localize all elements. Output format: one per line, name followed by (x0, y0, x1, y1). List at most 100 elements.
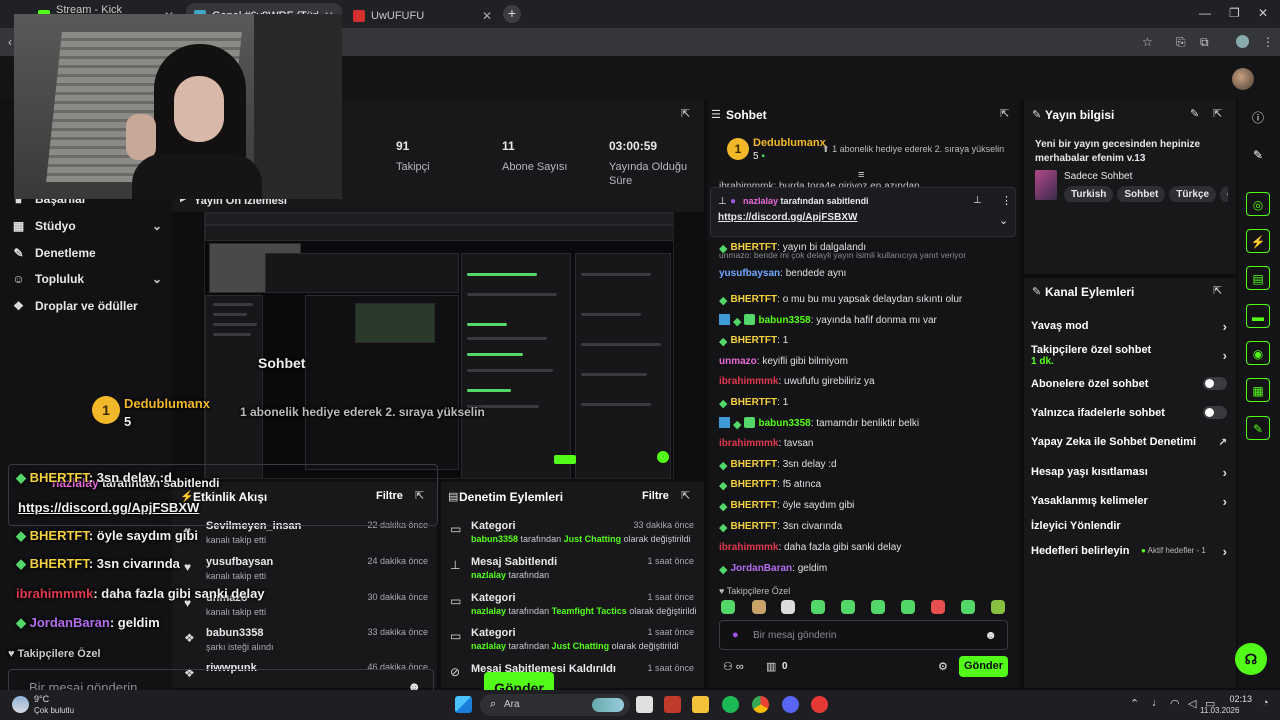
taskbar-search[interactable]: ⌕ Ara (480, 694, 630, 716)
followers-only-chat-row[interactable]: Takipçilere özel sohbet 1 dk. › (1031, 344, 1227, 367)
translate-icon[interactable]: ⎘ (1176, 35, 1186, 50)
close-window-icon[interactable]: ✕ (1258, 6, 1268, 20)
wrench-icon[interactable]: ✎ (1246, 416, 1270, 440)
pdf-app-icon[interactable] (664, 696, 681, 713)
chat-username[interactable]: ibrahimmmk (719, 438, 778, 449)
sidebar-item-moderation[interactable]: ✎ Denetleme (12, 246, 162, 260)
layout-icon[interactable]: ▦ (1246, 378, 1270, 402)
raid-row[interactable]: İzleyici Yönlendir (1031, 520, 1227, 532)
chat-username[interactable]: JordanBaran (730, 563, 792, 574)
account-age-row[interactable]: Hesap yaşı kısıtlaması › (1031, 465, 1227, 480)
edit-icon[interactable]: ✎ (1190, 107, 1199, 120)
chat-username[interactable]: yusufbaysan (719, 268, 780, 279)
edit-icon[interactable]: ✎ (1246, 143, 1270, 167)
popout-icon[interactable]: ⇱ (1213, 107, 1222, 120)
chat-username[interactable]: BHERTFT (730, 521, 777, 532)
document-icon[interactable]: ▤ (1246, 266, 1270, 290)
chat-username[interactable]: BHERTFT (730, 397, 777, 408)
broadcast-icon[interactable]: ◉ (1246, 341, 1270, 365)
popout-icon[interactable]: ⇱ (1000, 107, 1009, 120)
chat-username[interactable]: babun3358 (758, 418, 810, 429)
info-icon[interactable]: ⓘ (1246, 106, 1270, 130)
collapse-icon[interactable]: ≡ (858, 169, 864, 181)
sidebar-item-drops[interactable]: ❖ Droplar ve ödüller (12, 299, 162, 313)
back-icon[interactable]: ‹ (8, 35, 12, 49)
clip-icon[interactable]: ◎ (1246, 192, 1270, 216)
chat-username[interactable]: BHERTFT (730, 479, 777, 490)
chat-message-input[interactable]: ● Bir mesaj gönderin ☻ (719, 620, 1008, 650)
gear-icon[interactable]: ⚙ (938, 660, 948, 673)
profile-icon[interactable] (1236, 35, 1249, 48)
emote-icon[interactable] (991, 600, 1005, 614)
tab-uwufufu[interactable]: UwUFUFU ✕ (345, 3, 500, 28)
chat-username[interactable]: babun3358 (758, 315, 810, 326)
discord-icon[interactable] (782, 696, 799, 713)
ai-moderation-row[interactable]: Yapay Zeka ile Sohbet Denetimi ↗ (1031, 436, 1227, 448)
microphone-icon[interactable]: ♩ (1152, 697, 1163, 709)
sidebar-item-studio[interactable]: ▦ Stüdyo ⌄ (12, 219, 162, 233)
volume-icon[interactable]: ◁ (1188, 697, 1196, 710)
stream-preview[interactable] (204, 212, 674, 479)
emote-icon[interactable] (841, 600, 855, 614)
close-tab-icon[interactable]: ✕ (482, 9, 492, 23)
new-tab-button[interactable]: + (503, 5, 521, 23)
task-view-icon[interactable] (636, 696, 653, 713)
unpin-icon[interactable]: ⊥ (973, 195, 982, 206)
emote-icon[interactable] (721, 600, 735, 614)
help-chat-icon[interactable]: ☊ (1235, 643, 1267, 675)
tag[interactable]: Turkish (1064, 186, 1114, 202)
emotes-only-toggle[interactable] (1203, 406, 1227, 419)
emote-icon[interactable] (781, 600, 795, 614)
clock-time[interactable]: 02:13 (1220, 694, 1252, 704)
send-button[interactable]: Gönder (959, 656, 1008, 677)
notification-icon[interactable]: ◔ (1262, 697, 1269, 709)
emote-icon[interactable] (871, 600, 885, 614)
spotify-icon[interactable] (722, 696, 739, 713)
chat-username[interactable]: ibrahimmmk (719, 376, 778, 387)
avatar[interactable] (1232, 68, 1254, 90)
extensions-icon[interactable]: ⧉ (1200, 35, 1209, 50)
store-icon[interactable]: ▥ (766, 660, 776, 673)
clock-date[interactable]: 11.03.2026 (1200, 706, 1239, 715)
emote-icon[interactable] (752, 600, 766, 614)
chrome-icon[interactable] (752, 696, 769, 713)
subscribers-only-toggle[interactable] (1203, 377, 1227, 390)
top-gifter-name[interactable]: Dedublumanx (753, 137, 826, 149)
more-options-icon[interactable]: ⋮ (1001, 194, 1012, 207)
infinity-icon[interactable]: ⚇ ∞ (723, 660, 744, 673)
maximize-icon[interactable]: ❐ (1229, 6, 1240, 20)
banned-words-row[interactable]: Yasaklanmış kelimeler › (1031, 494, 1227, 509)
emoji-icon[interactable]: ☻ (984, 628, 997, 642)
menu-dots-icon[interactable]: ⋮ (1262, 35, 1274, 49)
tag[interactable]: chi (1220, 186, 1228, 202)
emote-icon[interactable] (931, 600, 945, 614)
popout-icon[interactable]: ⇱ (1213, 284, 1222, 297)
chevron-down-icon[interactable]: ⌄ (999, 214, 1008, 227)
file-explorer-icon[interactable] (692, 696, 709, 713)
emote-icon[interactable] (811, 600, 825, 614)
bookmark-star-icon[interactable]: ☆ (1142, 35, 1153, 49)
chat-username[interactable]: BHERTFT (730, 294, 777, 305)
chat-username[interactable]: ibrahimmmk (719, 542, 778, 553)
wifi-icon[interactable]: ◠ (1170, 697, 1180, 710)
app-icon[interactable] (811, 696, 828, 713)
chat-username[interactable]: BHERTFT (730, 500, 777, 511)
emote-icon[interactable] (961, 600, 975, 614)
chat-username[interactable]: BHERTFT (730, 459, 777, 470)
goals-row[interactable]: Hedefleri belirleyin ● Aktif hedefler - 1… (1031, 544, 1227, 559)
tray-chevron-icon[interactable]: ⌃ (1130, 697, 1139, 710)
tag[interactable]: Sohbet (1117, 186, 1166, 202)
pinned-message[interactable]: ⊥ ● nazlalay tarafından sabitlendi https… (710, 187, 1016, 237)
lightning-icon[interactable]: ⚡ (1246, 229, 1270, 253)
sidebar-item-community[interactable]: ☺ Topluluk ⌄ (12, 272, 162, 286)
popout-icon[interactable]: ⇱ (681, 107, 690, 120)
tag[interactable]: Türkçe (1169, 186, 1217, 202)
minimize-icon[interactable]: — (1199, 6, 1211, 20)
windows-start-icon[interactable] (455, 696, 472, 713)
mod-filter-button[interactable]: Filtre (642, 490, 669, 502)
emote-icon[interactable] (901, 600, 915, 614)
pinned-link[interactable]: https://discord.gg/ApjFSBXW (718, 212, 857, 223)
slow-mode-row[interactable]: Yavaş mod › (1031, 319, 1227, 334)
chat-bubble-icon[interactable]: ▬ (1246, 304, 1270, 328)
chat-username[interactable]: unmazo (719, 356, 757, 367)
